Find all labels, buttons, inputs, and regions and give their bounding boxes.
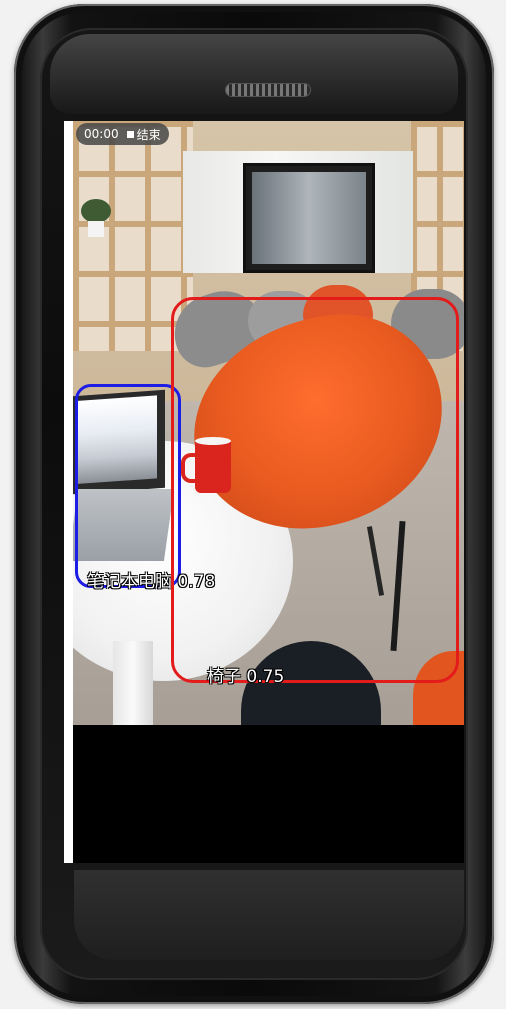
detection-score-text: 0.75 bbox=[246, 667, 285, 687]
phone-screen: 笔记本电脑 0.78 椅子 0.75 00:00 结束 bbox=[64, 121, 464, 863]
phone-bottom-gloss bbox=[74, 870, 464, 960]
earpiece-speaker-icon bbox=[226, 84, 310, 96]
detection-label-text: 笔记本电脑 bbox=[87, 572, 172, 592]
scene-table-leg bbox=[113, 641, 153, 725]
detection-label-text: 椅子 bbox=[207, 667, 241, 687]
recording-indicator: 00:00 结束 bbox=[76, 123, 169, 145]
detection-label-chair: 椅子 0.75 bbox=[207, 662, 284, 687]
phone-top-gloss bbox=[50, 34, 458, 114]
scene-tv bbox=[243, 163, 375, 273]
detection-box-chair bbox=[171, 297, 459, 683]
detection-box-laptop bbox=[75, 384, 181, 588]
scene-plant bbox=[81, 199, 111, 239]
end-recording-button[interactable]: 结束 bbox=[126, 126, 161, 143]
screen-white-edge bbox=[64, 121, 73, 863]
recording-time: 00:00 bbox=[84, 127, 119, 141]
end-recording-label: 结束 bbox=[136, 127, 161, 142]
camera-preview: 笔记本电脑 0.78 椅子 0.75 bbox=[73, 121, 464, 725]
stop-square-icon bbox=[126, 130, 134, 138]
